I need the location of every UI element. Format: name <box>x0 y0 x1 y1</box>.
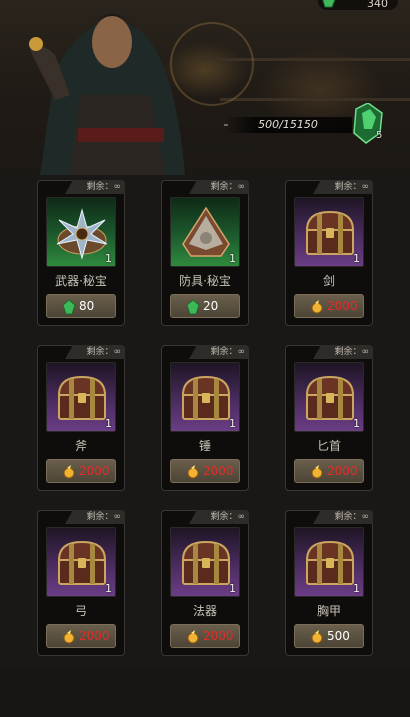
item-name: 武器·秘宝 <box>55 274 107 288</box>
item-price: 80 <box>79 299 95 313</box>
buy-button[interactable]: 500 <box>294 624 364 648</box>
shop-item-card[interactable]: 剩余：∞ 1 斧 2000 <box>37 345 125 491</box>
item-price: 2000 <box>327 464 358 478</box>
buy-button[interactable]: 2000 <box>170 459 240 483</box>
merchant-banner: 340 500/15150 5 <box>0 0 410 175</box>
item-price: 20 <box>203 299 219 313</box>
item-quantity: 1 <box>353 582 360 595</box>
gold-coin-icon <box>311 465 323 479</box>
item-slot[interactable]: 1 <box>170 527 240 597</box>
shop-item-card[interactable]: 剩余：∞ 1 匕首 2000 <box>285 345 373 491</box>
currency-amount: 340 <box>367 0 388 10</box>
shop-item-card[interactable]: 剩余：∞ 1 防具·秘宝 20 <box>161 180 249 326</box>
remaining-stock-label: 剩余：∞ <box>65 345 125 359</box>
item-price: 500 <box>327 629 350 643</box>
item-slot[interactable]: 1 <box>46 362 116 432</box>
item-slot[interactable]: 1 <box>46 527 116 597</box>
merchant-portrait <box>29 14 185 175</box>
gold-coin-icon <box>63 630 75 644</box>
gold-coin-icon <box>187 630 199 644</box>
item-name: 胸甲 <box>316 604 341 618</box>
item-name: 法器 <box>192 604 217 618</box>
buy-button[interactable]: 2000 <box>294 459 364 483</box>
shop-item-card[interactable]: 剩余：∞ 1 武器·秘宝 80 <box>37 180 125 326</box>
buy-button[interactable]: 2000 <box>46 459 116 483</box>
item-quantity: 1 <box>229 582 236 595</box>
remaining-stock-label: 剩余：∞ <box>65 510 125 524</box>
item-slot[interactable]: 1 <box>170 362 240 432</box>
buy-button[interactable]: 2000 <box>170 624 240 648</box>
shop-item-card[interactable]: 剩余：∞ 1 法器 2000 <box>161 510 249 656</box>
shop-progress-bar: 500/15150 <box>224 117 352 133</box>
item-slot[interactable]: 1 <box>294 362 364 432</box>
remaining-stock-label: 剩余：∞ <box>189 345 249 359</box>
item-quantity: 1 <box>229 252 236 265</box>
item-quantity: 1 <box>353 417 360 430</box>
item-price: 2000 <box>79 629 110 643</box>
gold-coin-icon <box>63 465 75 479</box>
item-quantity: 1 <box>105 417 112 430</box>
remaining-stock-label: 剩余：∞ <box>313 510 373 524</box>
item-slot[interactable]: 1 <box>46 197 116 267</box>
remaining-stock-label: 剩余：∞ <box>65 180 125 194</box>
item-price: 2000 <box>203 464 234 478</box>
item-name: 匕首 <box>316 439 341 453</box>
item-name: 斧 <box>74 439 87 453</box>
remaining-stock-label: 剩余：∞ <box>189 180 249 194</box>
item-slot[interactable]: 1 <box>294 197 364 267</box>
item-slot[interactable]: 1 <box>170 197 240 267</box>
progress-text: 500/15150 <box>258 118 318 131</box>
green-gem-icon <box>186 299 200 315</box>
gold-coin-icon <box>311 300 323 314</box>
buy-button[interactable]: 2000 <box>294 294 364 318</box>
progress-fill <box>224 124 229 126</box>
green-gem-icon <box>322 0 336 8</box>
gem-currency-display: 340 <box>318 0 398 10</box>
item-price: 2000 <box>79 464 110 478</box>
buy-button[interactable]: 80 <box>46 294 116 318</box>
remaining-stock-label: 剩余：∞ <box>313 345 373 359</box>
progress-item-count: 5 <box>376 130 383 141</box>
item-price: 2000 <box>327 299 358 313</box>
item-name: 防具·秘宝 <box>179 274 231 288</box>
shop-item-card[interactable]: 剩余：∞ 1 锤 2000 <box>161 345 249 491</box>
buy-button[interactable]: 20 <box>170 294 240 318</box>
gold-coin-icon <box>187 465 199 479</box>
item-name: 剑 <box>322 274 335 288</box>
item-name: 锤 <box>198 439 211 453</box>
item-quantity: 1 <box>105 582 112 595</box>
shop-item-card[interactable]: 剩余：∞ 1 剑 2000 <box>285 180 373 326</box>
item-name: 弓 <box>74 604 87 618</box>
buy-button[interactable]: 2000 <box>46 624 116 648</box>
item-quantity: 1 <box>105 252 112 265</box>
gold-coin-icon <box>311 630 323 644</box>
green-gem-icon <box>62 299 76 315</box>
remaining-stock-label: 剩余：∞ <box>189 510 249 524</box>
item-slot[interactable]: 1 <box>294 527 364 597</box>
shop-item-card[interactable]: 剩余：∞ 1 胸甲 500 <box>285 510 373 656</box>
item-price: 2000 <box>203 629 234 643</box>
footer-area <box>0 668 410 717</box>
remaining-stock-label: 剩余：∞ <box>313 180 373 194</box>
shelf-decoration <box>220 98 410 101</box>
item-quantity: 1 <box>229 417 236 430</box>
item-quantity: 1 <box>353 252 360 265</box>
shop-item-card[interactable]: 剩余：∞ 1 弓 2000 <box>37 510 125 656</box>
